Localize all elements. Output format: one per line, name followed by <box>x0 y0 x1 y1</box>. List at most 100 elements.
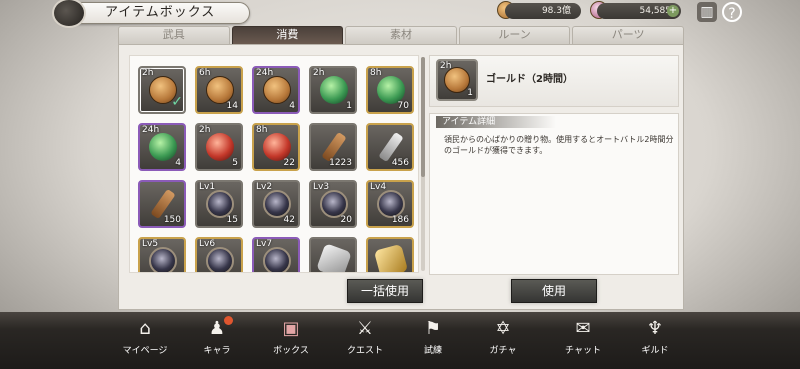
item-tag: 8h <box>256 125 268 135</box>
gold-amount: 98.3億 <box>505 3 581 19</box>
emblem-icon <box>206 190 234 218</box>
detail-item-name: ゴールド（2時間） <box>486 74 573 85</box>
emblem-icon <box>377 190 405 218</box>
item-tag: Lv4 <box>370 182 387 192</box>
item-slot[interactable]: 150 <box>138 180 186 228</box>
orb-red-icon <box>263 133 291 161</box>
crossed-swords-icon: ⚔ <box>356 318 374 339</box>
item-tag: 8h <box>370 68 382 78</box>
detail-description: 領民からの心ばかりの贈り物。使用するとオートバトル2時間分のゴールドが獲得できま… <box>444 135 674 155</box>
nav-label: キャラ <box>203 346 231 356</box>
item-detail-header: 2h 1 ゴールド（2時間） <box>429 55 679 107</box>
item-tag: Lv5 <box>142 239 159 249</box>
item-tag: 24h <box>142 125 160 135</box>
item-slot[interactable]: 2h 5 <box>195 123 243 171</box>
item-slot[interactable]: Lv6 <box>195 237 243 272</box>
item-tag: 2h <box>313 68 325 78</box>
tab-parts[interactable]: パーツ <box>572 26 684 44</box>
nav-crossed-swords[interactable]: ⚔ クエスト <box>330 318 400 364</box>
guild-crest-icon: ♆ <box>646 318 664 339</box>
nav-chat[interactable]: ✉ チャット <box>548 318 618 364</box>
item-slot[interactable]: 24h 4 <box>252 66 300 114</box>
item-panel: 2h ✓ 6h 14 24h 4 2h 1 8h 70 24h 4 2h 5 8h 22 1223 456 150 L… <box>118 44 684 310</box>
item-count: 5 <box>232 158 238 168</box>
detail-item-slot: 2h 1 <box>436 59 478 101</box>
nav-label: 試練 <box>423 346 442 356</box>
coin-icon <box>206 76 234 104</box>
item-slot[interactable]: 456 <box>366 123 414 171</box>
grid-scroll-thumb[interactable] <box>421 57 425 177</box>
notification-badge-icon <box>224 316 233 325</box>
shard-silver-icon <box>316 243 352 272</box>
grid-scrollbar[interactable] <box>421 57 425 271</box>
nav-label: ボックス <box>273 346 309 356</box>
nav-guild-crest[interactable]: ♆ ギルド <box>620 318 690 364</box>
item-tag: 2h <box>199 125 211 135</box>
emblem-icon <box>263 190 291 218</box>
page-title: アイテムボックス <box>105 5 216 20</box>
item-slot[interactable]: 8h 22 <box>252 123 300 171</box>
item-tag: 24h <box>256 68 274 78</box>
nav-label: チャット <box>565 346 601 356</box>
item-slot[interactable]: Lv7 <box>252 237 300 272</box>
box-icon: ▣ <box>282 318 300 339</box>
tab-runes[interactable]: ルーン <box>458 26 571 44</box>
tab-materials[interactable]: 素材 <box>345 26 457 44</box>
tab-weapons[interactable]: 武具 <box>118 26 230 44</box>
item-count: 456 <box>391 158 409 168</box>
nav-flag[interactable]: ⚑ 試練 <box>398 318 468 364</box>
help-icon[interactable]: ? <box>722 2 742 22</box>
nav-label: クエスト <box>346 346 383 356</box>
item-slot[interactable]: Lv1 15 <box>195 180 243 228</box>
item-slot[interactable]: 8h 70 <box>366 66 414 114</box>
item-detail-box: アイテム詳細 領民からの心ばかりの贈り物。使用するとオートバトル2時間分のゴール… <box>429 113 679 275</box>
inventory-icon[interactable]: ▥ <box>697 2 717 22</box>
orb-green-icon <box>377 76 405 104</box>
item-tag: Lv2 <box>256 182 273 192</box>
nav-magic-circle[interactable]: ✡ ガチャ <box>468 318 538 364</box>
emblem-icon <box>263 247 291 272</box>
item-slot[interactable] <box>366 237 414 272</box>
item-tag: 2h <box>142 68 154 78</box>
item-slot[interactable]: 24h 4 <box>138 123 186 171</box>
emblem-icon <box>320 190 348 218</box>
bottom-navigation: ⌂ マイページ ♟ キャラ ▣ ボックス ⚔ クエスト ⚑ 試練 ✡ ガチャ ✉ チャット ♆ ギルド <box>0 312 800 369</box>
item-count: 150 <box>163 215 181 225</box>
item-slot[interactable]: 2h ✓ <box>138 66 186 114</box>
item-slot[interactable]: 6h 14 <box>195 66 243 114</box>
emblem-icon <box>206 247 234 272</box>
nav-characters[interactable]: ♟ キャラ <box>182 316 252 364</box>
item-tag: Lv1 <box>199 182 216 192</box>
item-slot[interactable]: Lv3 20 <box>309 180 357 228</box>
nav-label: ギルド <box>641 346 669 356</box>
tab-consumables[interactable]: 消費 <box>231 26 344 44</box>
item-count: 1 <box>346 101 352 111</box>
item-slot[interactable]: Lv4 186 <box>366 180 414 228</box>
item-count: 14 <box>226 101 238 111</box>
bulk-use-button[interactable]: 一括使用 <box>347 279 423 303</box>
house-icon: ⌂ <box>139 318 151 339</box>
item-tag: 6h <box>199 68 211 78</box>
detail-item-count: 1 <box>467 88 473 98</box>
item-slot[interactable]: 2h 1 <box>309 66 357 114</box>
use-button[interactable]: 使用 <box>511 279 597 303</box>
item-count: 1223 <box>329 158 352 168</box>
selected-check-icon: ✓ <box>171 94 183 110</box>
item-slot[interactable]: Lv2 42 <box>252 180 300 228</box>
nav-house[interactable]: ⌂ マイページ <box>110 318 180 364</box>
plus-icon[interactable]: + <box>667 5 679 17</box>
item-count: 4 <box>175 158 181 168</box>
detail-section-label: アイテム詳細 <box>436 116 556 128</box>
item-count: 4 <box>289 101 295 111</box>
item-slot[interactable]: 1223 <box>309 123 357 171</box>
orb-green-icon <box>320 76 348 104</box>
magic-circle-icon: ✡ <box>495 318 511 339</box>
flag-icon: ⚑ <box>424 318 442 339</box>
item-slot[interactable]: Lv5 <box>138 237 186 272</box>
item-slot[interactable] <box>309 237 357 272</box>
item-tag: Lv3 <box>313 182 330 192</box>
item-grid[interactable]: 2h ✓ 6h 14 24h 4 2h 1 8h 70 24h 4 2h 5 8h 22 1223 456 150 L… <box>129 55 419 273</box>
orb-red-icon <box>206 133 234 161</box>
nav-box[interactable]: ▣ ボックス <box>256 318 326 364</box>
coin-icon <box>263 76 291 104</box>
